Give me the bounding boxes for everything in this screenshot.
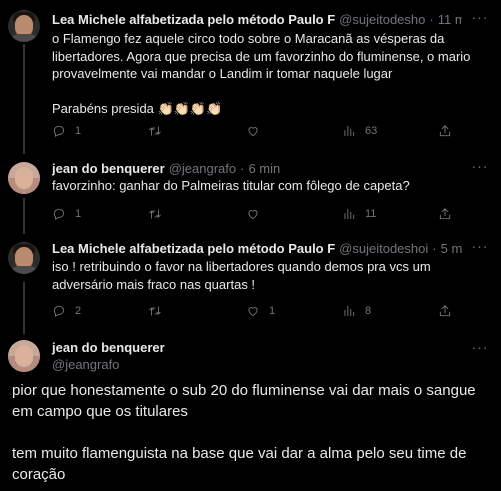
- tweet[interactable]: Lea Michele alfabetizada pelo método Pau…: [0, 0, 501, 150]
- author-name[interactable]: jean do benquerer: [52, 161, 165, 176]
- reply-count: 1: [75, 208, 82, 220]
- more-options-icon[interactable]: ···: [471, 239, 489, 257]
- views-count: 8: [365, 305, 372, 317]
- tweet-text: iso ! retribuindo o favor na libertadore…: [52, 259, 431, 292]
- author-handle[interactable]: @jeangrafo: [169, 161, 236, 176]
- reply-icon: [53, 305, 65, 317]
- separator-dot: ·: [429, 11, 434, 27]
- share-icon: [439, 208, 451, 220]
- share-icon: [439, 305, 451, 317]
- views-button[interactable]: 63: [342, 123, 377, 139]
- retweet-icon: [149, 209, 161, 219]
- tweet-actions: 1 63: [52, 123, 472, 139]
- tweet[interactable]: Lea Michele alfabetizada pelo método Pau…: [0, 234, 501, 330]
- author-handle[interactable]: @sujeitodesho: [339, 12, 425, 27]
- like-button[interactable]: [246, 206, 269, 222]
- heart-icon: [248, 127, 258, 137]
- views-icon: [344, 125, 355, 137]
- views-button[interactable]: 8: [342, 303, 371, 319]
- retweet-icon: [149, 306, 161, 316]
- timestamp[interactable]: 5 min: [441, 241, 462, 256]
- timestamp[interactable]: 6 min: [248, 161, 280, 176]
- tweet[interactable]: jean do benquerer @jeangrafo · 6 min ···…: [0, 150, 501, 234]
- separator-dot: ·: [240, 160, 245, 176]
- more-options-icon[interactable]: ···: [471, 340, 489, 358]
- tweet-text: o Flamengo fez aquele circo todo sobre o…: [52, 31, 471, 116]
- views-count: 11: [365, 208, 377, 220]
- tweet-text: favorzinho: ganhar do Palmeiras titular …: [52, 178, 410, 193]
- retweet-button[interactable]: [148, 206, 171, 222]
- author-name[interactable]: Lea Michele alfabetizada pelo método Pau…: [52, 241, 335, 256]
- heart-icon: [248, 210, 258, 220]
- reply-button[interactable]: 1: [52, 206, 81, 222]
- share-icon: [439, 125, 451, 137]
- avatar[interactable]: [8, 10, 40, 42]
- author-handle[interactable]: @sujeitodeshoi: [339, 241, 428, 256]
- share-button[interactable]: [438, 206, 452, 222]
- author-name[interactable]: Lea Michele alfabetizada pelo método Pau…: [52, 12, 335, 27]
- like-button[interactable]: 1: [246, 303, 275, 319]
- retweet-button[interactable]: [148, 123, 171, 139]
- views-count: 63: [365, 125, 378, 137]
- reply-button[interactable]: 2: [52, 303, 81, 319]
- tweet-header: jean do benquerer @jeangrafo · 6 min: [52, 159, 462, 177]
- tweet-actions: 2 1 8: [52, 303, 472, 319]
- tweet-text: pior que honestamente o sub 20 do flumin…: [12, 382, 476, 483]
- views-button[interactable]: 11: [342, 206, 376, 222]
- views-icon: [344, 208, 355, 220]
- timestamp[interactable]: 11 min: [438, 12, 462, 27]
- reply-count: 1: [75, 125, 82, 137]
- reply-icon: [53, 125, 65, 137]
- separator-dot: ·: [432, 240, 437, 256]
- retweet-icon: [149, 126, 161, 136]
- avatar[interactable]: [8, 162, 40, 194]
- share-button[interactable]: [438, 303, 452, 319]
- reply-button[interactable]: 1: [52, 123, 81, 139]
- like-count: 1: [269, 305, 276, 317]
- avatar[interactable]: [8, 340, 40, 372]
- tweet-header: Lea Michele alfabetizada pelo método Pau…: [52, 10, 462, 28]
- avatar[interactable]: [8, 242, 40, 274]
- conversation-thread: Lea Michele alfabetizada pelo método Pau…: [0, 0, 501, 491]
- tweet-actions: 1 11: [52, 206, 472, 222]
- more-options-icon[interactable]: ···: [471, 159, 489, 177]
- more-options-icon[interactable]: ···: [471, 10, 489, 28]
- views-icon: [344, 305, 355, 317]
- share-button[interactable]: [438, 123, 452, 139]
- author-name[interactable]: jean do benquerer: [52, 340, 165, 355]
- retweet-button[interactable]: [148, 303, 171, 319]
- author-handle[interactable]: @jeangrafo: [52, 357, 165, 372]
- tweet-header: Lea Michele alfabetizada pelo método Pau…: [52, 239, 462, 257]
- heart-icon: [248, 307, 258, 317]
- like-button[interactable]: [246, 123, 269, 139]
- reply-icon: [53, 208, 65, 220]
- reply-count: 2: [75, 305, 82, 317]
- focused-tweet-author: jean do benquerer @jeangrafo: [52, 340, 165, 372]
